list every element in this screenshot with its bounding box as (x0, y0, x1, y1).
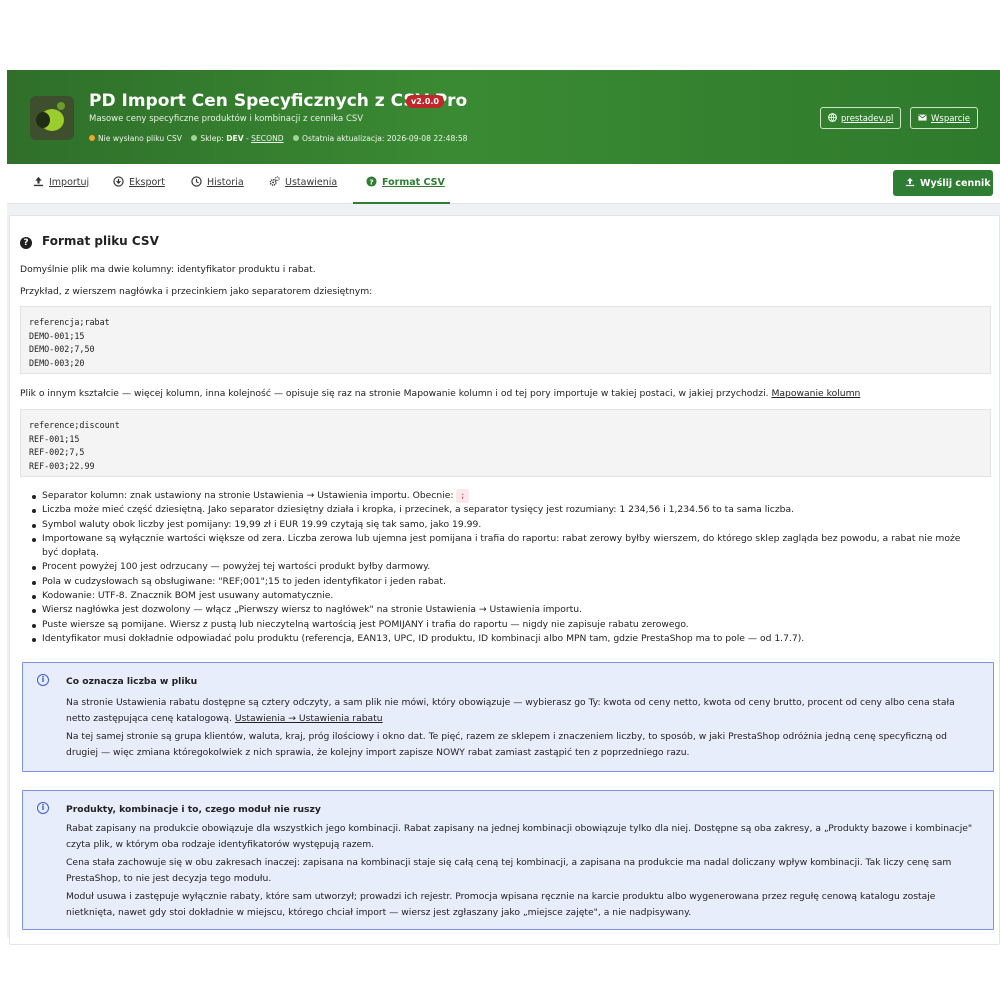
module-logo (30, 96, 74, 140)
rules-list: Separator kolumn: znak ustawiony na stro… (20, 489, 995, 646)
file-status: Nie wysłano pliku CSV (89, 134, 182, 143)
list-item: Pola w cudzysłowach są obsługiwane: "REF… (20, 575, 995, 589)
info-note-products-combinations: i Produkty, kombinacje i to, czego moduł… (22, 790, 994, 930)
note-title: Co oznacza liczba w pliku (66, 676, 198, 687)
note-paragraph: Rabat zapisany na produkcie obowiązuje d… (66, 823, 973, 850)
info-icon: i (37, 802, 49, 814)
gears-icon (269, 176, 280, 186)
tab-csv-format[interactable]: ? Format CSV (353, 164, 450, 204)
other-shape-text: Plik o innym kształcie — więcej kolumn, … (20, 388, 861, 399)
shop-theme-link[interactable]: SECOND (251, 134, 283, 143)
list-item: Kodowanie: UTF-8. Znacznik BOM jest usuw… (20, 589, 995, 603)
note-paragraph: Moduł usuwa i zastępuje wyłącznie rabaty… (66, 891, 936, 918)
tab-export[interactable]: Eksport (113, 164, 165, 204)
envelope-icon (918, 114, 927, 121)
version-badge: v2.0.0 (406, 95, 444, 108)
separator-value: ; (456, 489, 470, 504)
upload-icon (905, 177, 915, 187)
column-mapping-link[interactable]: Mapowanie kolumn (771, 388, 860, 399)
note-paragraph: Na tej samej stronie są grupa klientów, … (66, 731, 947, 758)
note-title: Produkty, kombinacje i to, czego moduł n… (66, 804, 321, 815)
list-item: Identyfikator musi dokładnie odpowiadać … (20, 632, 995, 646)
list-item: Puste wiersze są pomijane. Wiersz z pust… (20, 618, 995, 632)
tab-import[interactable]: Importuj (33, 164, 89, 204)
list-item: Importowane są wyłącznie wartości większ… (20, 532, 995, 561)
upload-icon (33, 176, 44, 187)
question-icon: ? (20, 237, 32, 249)
list-item: Wiersz nagłówka jest dozwolony — włącz „… (20, 603, 995, 617)
example-intro-text: Przykład, z wierszem nagłówka i przecink… (20, 286, 373, 297)
tab-history[interactable]: Historia (191, 164, 244, 204)
list-item: Liczba może mieć część dziesiętną. Jako … (20, 503, 995, 517)
note-paragraph: Na stronie Ustawienia rabatu dostępne są… (66, 697, 955, 724)
list-item: Separator kolumn: znak ustawiony na stro… (20, 489, 995, 504)
module-header: PD Import Cen Specyficznych z CSV Pro v2… (7, 70, 1000, 164)
prestadev-link-button[interactable]: prestadev.pl (820, 107, 902, 129)
info-icon: i (37, 674, 49, 686)
panel-title: ? Format pliku CSV (20, 234, 159, 249)
csv-format-panel: ? Format pliku CSV Domyślnie plik ma dwie… (9, 215, 1000, 945)
csv-example-1: referencja;rabat DEMO-001;15 DEMO-002;7,… (20, 306, 991, 374)
intro-text: Domyślnie plik ma dwie kolumny: identyfi… (20, 264, 316, 275)
note-paragraph: Cena stała zachowuje się w obu zakresach… (66, 857, 952, 884)
download-icon (113, 176, 124, 187)
question-icon: ? (366, 176, 377, 187)
list-item: Symbol waluty obok liczby jest pomijany:… (20, 518, 995, 532)
tab-settings[interactable]: Ustawienia (269, 164, 337, 204)
discount-settings-link[interactable]: Ustawienia → Ustawienia rabatu (235, 713, 383, 724)
last-update: Ostatnia aktualizacja: 2026-09-08 22:48:… (293, 134, 468, 143)
svg-text:?: ? (369, 177, 373, 186)
status-dot-icon (293, 135, 300, 141)
status-dot-icon (89, 135, 95, 141)
send-pricelist-button[interactable]: Wyślij cennik (893, 170, 993, 196)
shop-name: DEV (226, 134, 244, 143)
module-frame: PD Import Cen Specyficznych z CSV Pro v2… (7, 70, 1000, 945)
support-button[interactable]: Wsparcie (910, 107, 979, 129)
info-note-number-meaning: i Co oznacza liczba w pliku Na stronie U… (22, 662, 994, 772)
tab-bar: Importuj Eksport Historia Ustawienia ? Fo… (7, 164, 1000, 204)
list-item: Procent powyżej 100 jest odrzucany — pow… (20, 560, 995, 574)
csv-example-2: reference;discount REF-001;15 REF-002;7,… (20, 409, 991, 477)
status-dot-icon (191, 135, 198, 141)
app-subtitle: Masowe ceny specyficzne produktów i komb… (89, 114, 364, 124)
status-line: Nie wysłano pliku CSV Sklep: DEV - SECON… (89, 134, 475, 143)
globe-icon (828, 113, 837, 122)
shop-status: Sklep: DEV - SECOND (191, 134, 284, 143)
clock-icon (191, 176, 202, 187)
